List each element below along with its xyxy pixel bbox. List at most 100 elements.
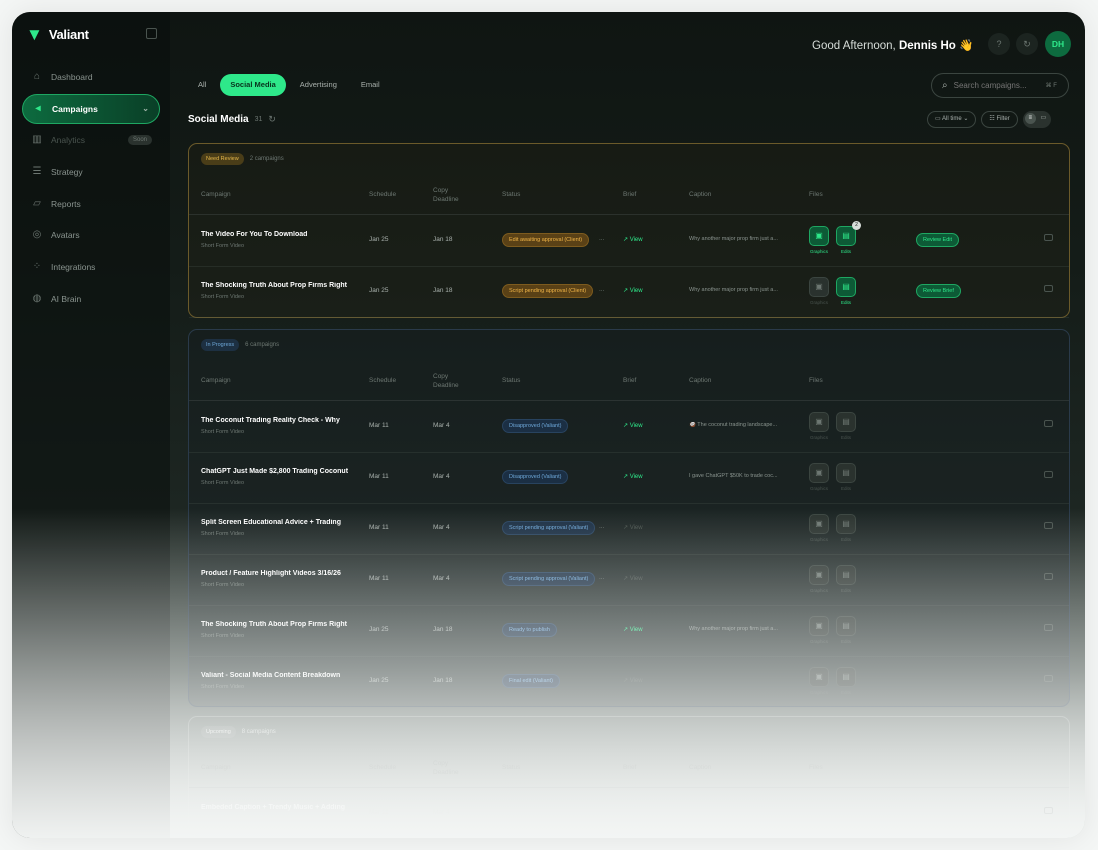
file-graphics[interactable]: ▣ Graphics xyxy=(809,463,829,491)
group-header: Upcoming 8 campaigns xyxy=(201,726,276,738)
comment-icon[interactable] xyxy=(1044,285,1053,292)
campaign-name[interactable]: The Shocking Truth About Prop Firms Righ… xyxy=(201,621,357,628)
column-header-files: Files xyxy=(809,764,823,771)
campaign-name[interactable]: Embeded Caption + Trendy Music + Adding xyxy=(201,804,357,811)
image-icon: ▣ xyxy=(809,616,829,636)
file-edits[interactable]: ▤ Edits xyxy=(836,412,856,440)
file-edits[interactable]: ▤ Edits xyxy=(836,463,856,491)
file-graphics[interactable]: ▣ Graphics xyxy=(809,412,829,440)
table-row[interactable]: The Shocking Truth About Prop Firms Righ… xyxy=(189,267,1069,318)
sidebar-item-strategy[interactable]: ☰ Strategy xyxy=(22,157,160,187)
tab-advertising[interactable]: Advertising xyxy=(290,74,347,96)
list-view-icon[interactable]: ≡ xyxy=(1024,113,1036,124)
file-edits[interactable]: ▤ Edits xyxy=(836,514,856,542)
table-row[interactable]: Split Screen Educational Advice + Tradin… xyxy=(189,504,1069,555)
help-button[interactable]: ? xyxy=(988,33,1010,55)
external-link-icon: ↗ xyxy=(623,576,630,582)
brief-view-link[interactable]: ↗ View xyxy=(623,677,643,684)
brief-view-link[interactable]: ↗ View xyxy=(623,236,643,243)
campaign-name[interactable]: Product / Feature Highlight Videos 3/16/… xyxy=(201,570,357,577)
file-graphics[interactable]: ▣ Graphics xyxy=(809,514,829,542)
image-icon: ▣ xyxy=(809,226,829,246)
sidebar-item-campaigns[interactable]: ◂ Campaigns ⌄ xyxy=(22,93,160,124)
brief-view-link[interactable]: ↗ View xyxy=(623,473,643,480)
comment-icon[interactable] xyxy=(1044,522,1053,529)
group-badge[interactable]: Upcoming xyxy=(201,726,236,738)
sidebar-item-reports[interactable]: ▱ Reports xyxy=(22,189,160,219)
comment-icon[interactable] xyxy=(1044,675,1053,682)
file-graphics[interactable]: ▣ Graphics xyxy=(809,277,829,305)
status-badge: Disapproved (Valiant) xyxy=(502,419,569,433)
comment-icon[interactable] xyxy=(1044,234,1053,241)
comment-icon[interactable] xyxy=(1044,573,1053,580)
sidebar-item-avatars[interactable]: ◎ Avatars xyxy=(22,220,160,250)
brief-view-link[interactable]: ↗ View xyxy=(623,287,643,294)
file-graphics[interactable]: ▣ Graphics xyxy=(809,667,829,695)
campaign-name[interactable]: Split Screen Educational Advice + Tradin… xyxy=(201,519,357,526)
tab-social-media[interactable]: Social Media xyxy=(220,74,286,96)
time-filter-button[interactable]: ▭ All time ⌄ xyxy=(927,111,977,128)
brief-view-link[interactable]: ↗ View xyxy=(623,575,643,582)
column-header-brief: Brief xyxy=(623,377,637,384)
file-edits[interactable]: ▤ Edits xyxy=(836,565,856,593)
filter-button[interactable]: ☷ Filter xyxy=(981,111,1018,128)
brief-view-link[interactable]: ↗ View xyxy=(623,422,643,429)
brand[interactable]: ▼ Valiant xyxy=(26,26,89,43)
file-label: Graphics xyxy=(809,435,828,440)
comment-icon[interactable] xyxy=(1044,420,1053,427)
table-row[interactable]: Embeded Caption + Trendy Music + Adding M… xyxy=(189,789,1069,838)
caption-preview: 🥥 The coconut trading landscape... xyxy=(689,422,778,428)
schedule-date: Mar 11 xyxy=(369,524,389,531)
file-edits[interactable]: ▤ Edits xyxy=(836,277,856,305)
table-row[interactable]: The Video For You To Download Short Form … xyxy=(189,216,1069,267)
calendar-view-icon[interactable]: ▭ xyxy=(1038,113,1049,124)
refresh-button[interactable]: ↻ xyxy=(1016,33,1038,55)
group-badge[interactable]: In Progress xyxy=(201,339,240,351)
schedule-date: Jan 25 xyxy=(369,287,389,294)
refresh-list-icon[interactable]: ↻ xyxy=(268,114,276,125)
sidebar-item-ai-brain[interactable]: ◍ AI Brain xyxy=(22,284,160,314)
campaign-name[interactable]: The Shocking Truth About Prop Firms Righ… xyxy=(201,282,357,289)
file-graphics[interactable]: ▣ Graphics xyxy=(809,616,829,644)
file-edits[interactable]: ▤ Edits xyxy=(836,616,856,644)
file-edits[interactable]: ▤ Edits 2 xyxy=(836,221,861,254)
sidebar-item-integrations[interactable]: ⁘ Integrations xyxy=(22,252,160,282)
sidebar-item-dashboard[interactable]: ⌂ Dashboard xyxy=(22,62,160,92)
campaign-name[interactable]: The Coconut Trading Reality Check - Why xyxy=(201,417,357,424)
tab-email[interactable]: Email xyxy=(351,74,390,96)
group-in-progress: In Progress 6 campaigns Campaign Schedule Co… xyxy=(188,329,1070,708)
campaign-name[interactable]: Valiant - Social Media Content Breakdown xyxy=(201,672,357,679)
table-row[interactable]: The Coconut Trading Reality Check - Why S… xyxy=(189,402,1069,453)
search-input[interactable] xyxy=(953,81,1040,90)
group-need-review: Need Review 2 campaigns Campaign Schedule Co… xyxy=(188,143,1070,318)
campaign-name[interactable]: The Video For You To Download xyxy=(201,231,357,238)
brief-view-link[interactable]: ↗ View xyxy=(623,524,643,531)
comment-icon[interactable] xyxy=(1044,471,1053,478)
table-row[interactable]: Valiant - Social Media Content Breakdown… xyxy=(189,657,1069,708)
search-box[interactable]: ⌕ ⌘ F xyxy=(931,73,1069,98)
comment-icon[interactable] xyxy=(1044,807,1053,814)
table-row[interactable]: Product / Feature Highlight Videos 3/16/… xyxy=(189,555,1069,606)
external-link-icon: ↗ xyxy=(623,627,630,633)
file-graphics[interactable]: ▣ Graphics xyxy=(809,565,829,593)
sidebar-collapse-icon[interactable] xyxy=(146,28,157,39)
brief-view-link[interactable]: ↗ View xyxy=(623,626,643,633)
column-header-deadline: Copy Deadline xyxy=(433,373,459,389)
tab-all[interactable]: All xyxy=(188,74,216,96)
table-row[interactable]: The Shocking Truth About Prop Firms Righ… xyxy=(189,606,1069,657)
comment-icon[interactable] xyxy=(1044,624,1053,631)
schedule-date: Mar 11 xyxy=(369,809,389,816)
status-badge: Script pending approval (Client) xyxy=(502,284,594,298)
sidebar-item-label: Dashboard xyxy=(51,72,93,82)
campaign-type: Short Form Video xyxy=(201,633,245,639)
file-edits[interactable]: ▤ Edits xyxy=(836,667,856,695)
table-row[interactable]: ChatGPT Just Made $2,800 Trading Coconut… xyxy=(189,453,1069,504)
file-graphics[interactable]: ▣ Graphics xyxy=(809,226,829,254)
group-badge[interactable]: Need Review xyxy=(201,153,244,165)
campaign-name[interactable]: ChatGPT Just Made $2,800 Trading Coconut xyxy=(201,468,357,475)
column-header-caption: Caption xyxy=(689,191,712,198)
review-action-button[interactable]: Review Brief xyxy=(916,284,961,298)
review-action-button[interactable]: Review Edit xyxy=(916,233,960,247)
avatar[interactable]: DH xyxy=(1045,31,1071,57)
sidebar-item-analytics[interactable]: ▥ Analytics Soon xyxy=(22,125,160,155)
